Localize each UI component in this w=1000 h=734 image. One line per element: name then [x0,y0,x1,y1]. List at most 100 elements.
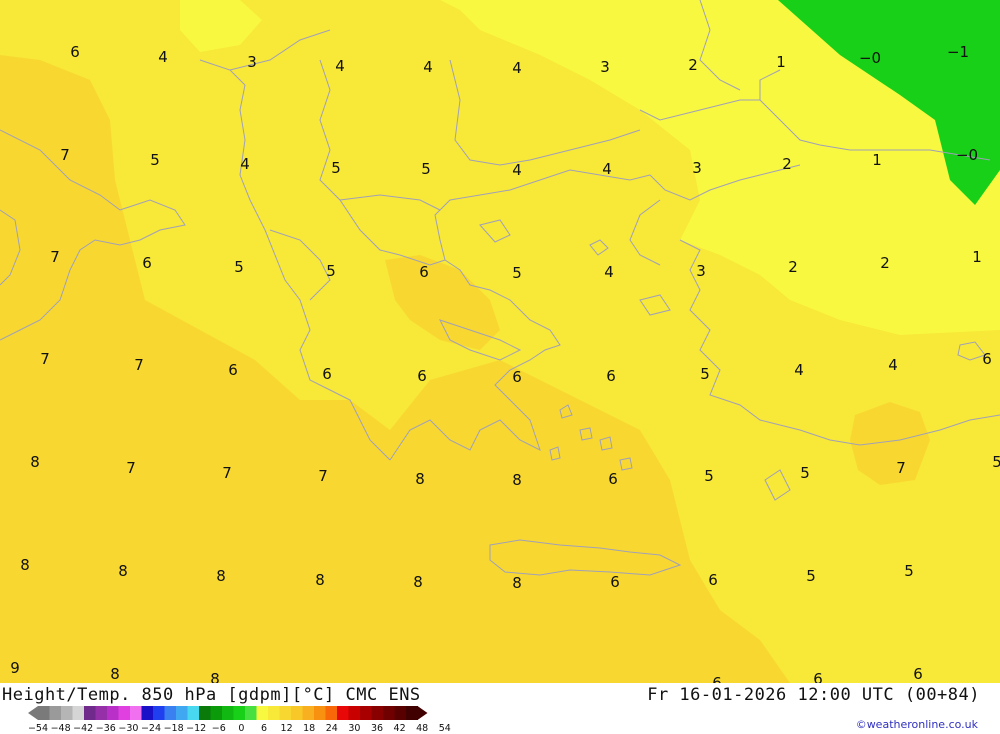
temperature-value-label: 7 [50,248,60,266]
legend-swatch [164,706,177,720]
legend-arrow-right [417,706,428,720]
temperature-value-label: 4 [240,155,250,173]
legend-tick-label: 36 [370,723,384,734]
temperature-value-label: 8 [110,665,120,683]
legend-swatch [176,706,188,720]
legend-tick-label: 0 [238,723,245,734]
legend-swatch [187,706,200,720]
map-footer: Height/Temp. 850 hPa [gdpm][°C] CMC ENS … [0,683,1000,734]
legend-swatch [130,706,142,720]
legend-swatch [95,706,108,720]
legend-tick-label: −6 [211,723,226,734]
temperature-value-label: 5 [326,262,336,280]
legend-tick-label: 48 [416,723,429,734]
temperature-value-label: 6 [419,263,429,281]
map-canvas: 6 4 3 4 4 4 3 2 1 −0 −1 7 5 4 5 5 4 4 3 2 1 −0 7 6 5 5 6 5 4 3 2 2 1 7 7 6 6… [0,0,1000,683]
temperature-value-label: 7 [40,350,50,368]
temperature-value-label: 8 [315,571,325,589]
temperature-value-label: 6 [512,368,522,386]
temperature-value-label: 8 [20,556,30,574]
legend-swatch [383,706,395,720]
color-legend [28,706,428,720]
legend-swatch [210,706,223,720]
legend-tick-label: −24 [140,723,162,734]
temperature-value-label: 6 [813,670,823,683]
legend-tick-label: 6 [260,723,268,734]
weather-map: 6 4 3 4 4 4 3 2 1 −0 −1 7 5 4 5 5 4 4 3 2 1 −0 7 6 5 5 6 5 4 3 2 2 1 7 7 6 6… [0,0,1000,683]
temperature-value-label: 6 [608,470,618,488]
temperature-value-label: 6 [322,365,332,383]
temperature-value-label: 6 [982,350,992,368]
temperature-value-label: 5 [512,264,522,282]
legend-swatch [337,706,349,720]
legend-swatch [314,706,326,720]
temperature-value-label: 5 [904,562,914,580]
legend-swatch [199,706,211,720]
temperature-value-label: 5 [992,453,1000,471]
temperature-value-label: 5 [806,567,816,585]
temperature-value-label: 6 [606,367,616,385]
legend-swatch [84,706,96,720]
legend-tick-label: 12 [280,723,293,734]
temperature-value-label: 1 [972,248,982,266]
temperature-value-label: 1 [776,53,786,71]
temperature-value-label: 4 [888,356,898,374]
legend-tick-label: −48 [50,723,71,734]
legend-tick-label: 18 [303,723,316,734]
temperature-value-label: 4 [512,59,522,77]
legend-swatch [268,706,280,720]
temperature-value-label: 7 [126,459,136,477]
legend-swatch [107,706,119,720]
temperature-value-label: 6 [142,254,152,272]
legend-swatch [279,706,292,720]
temperature-value-label: 6 [712,674,722,683]
temperature-value-label: 4 [423,58,433,76]
legend-swatch [302,706,315,720]
temperature-value-label: 7 [134,356,144,374]
temperature-value-label: 3 [696,262,706,280]
legend-swatch [118,706,131,720]
temperature-value-label: 5 [331,159,341,177]
legend-swatch [141,706,154,720]
legend-swatch [371,706,384,720]
temperature-value-label: 5 [234,258,244,276]
legend-tick-label: −12 [186,723,207,734]
temperature-value-label: 8 [210,670,220,683]
legend-swatch [61,706,73,720]
temperature-value-label: 2 [782,155,792,173]
temperature-value-label: 2 [688,56,698,74]
temperature-value-label: 9 [10,659,20,677]
temperature-value-label: 3 [692,159,702,177]
legend-tick-label: −54 [27,723,49,734]
legend-swatch [325,706,338,720]
temperature-value-label: 5 [150,151,160,169]
legend-tick-label: −18 [163,723,184,734]
legend-swatch [291,706,303,720]
temperature-value-label: 5 [704,467,714,485]
temperature-value-label: 5 [700,365,710,383]
temperature-value-label: 4 [335,57,345,75]
legend-swatch [222,706,234,720]
legend-swatch [49,706,62,720]
legend-swatch [72,706,85,720]
temperature-value-label: 8 [415,470,425,488]
temperature-value-label: 4 [794,361,804,379]
valid-time: Fr 16-01-2026 12:00 UTC (00+84) [647,685,980,705]
temperature-value-label: 8 [118,562,128,580]
temperature-value-label: 7 [60,146,70,164]
temperature-value-label: 5 [421,160,431,178]
legend-swatch [233,706,246,720]
legend-tick-label: 30 [348,723,361,734]
temperature-value-label: 4 [512,161,522,179]
temperature-value-label: 6 [913,665,923,683]
temperature-value-label: 8 [30,453,40,471]
temperature-value-label: 3 [247,53,257,71]
legend-swatch [256,706,269,720]
legend-tick-label: 24 [325,723,338,734]
temperature-value-label: 6 [70,43,80,61]
legend-tick-label: −30 [118,723,139,734]
temperature-value-label: 4 [604,263,614,281]
credit-link[interactable]: ©weatheronline.co.uk [856,718,978,731]
temperature-value-label: 2 [880,254,890,272]
temperature-value-label: 8 [216,567,226,585]
